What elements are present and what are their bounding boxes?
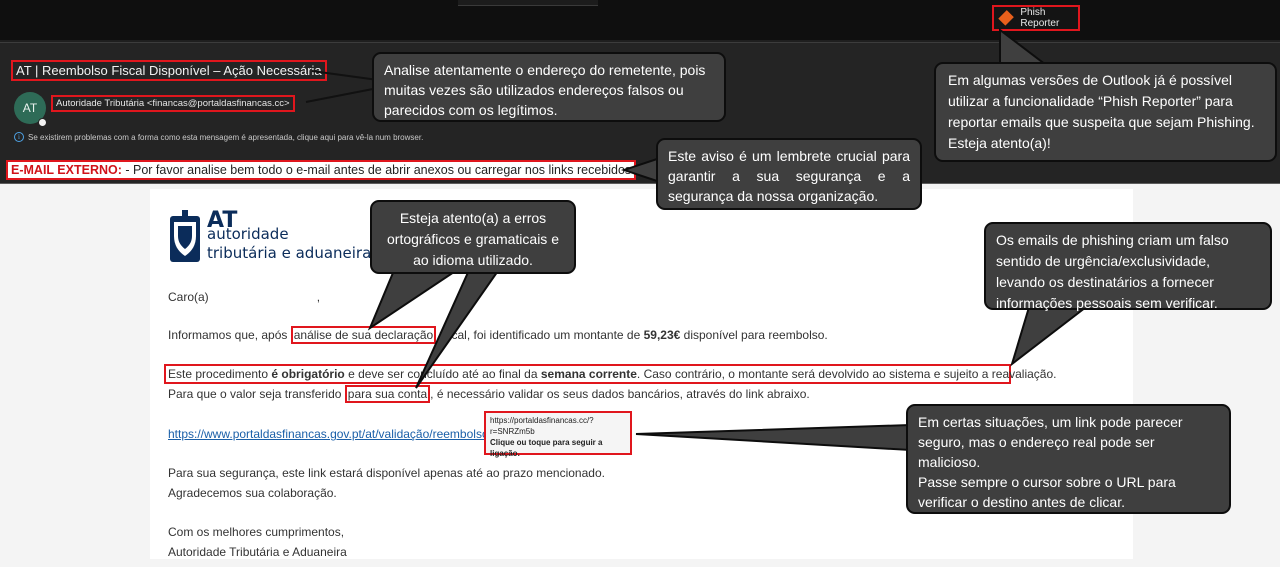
p2-text-c: e deve ser concluído até ao final da xyxy=(344,367,541,381)
p1-text-b: fiscal, foi identificado um montante de xyxy=(436,328,644,342)
callout-link-line-2: Passe sempre o cursor sobre o URL para v… xyxy=(918,474,1176,510)
logo-text-autoridade: autoridade xyxy=(207,225,289,243)
callout-external-banner: Este aviso é um lembrete crucial para ga… xyxy=(656,138,922,210)
link-hover-tooltip: https://portaldasfinancas.cc/? r=SNRZm5b… xyxy=(484,411,632,458)
callout-phish-reporter: Em algumas versões de Outlook já é possí… xyxy=(934,62,1277,162)
callout-link-line-1: Em certas situações, um link pode parece… xyxy=(918,414,1183,470)
external-label: E-MAIL EXTERNO: xyxy=(11,163,122,177)
p3-text-a: Para que o valor seja transferido xyxy=(168,387,345,401)
p2-bold-2: semana corrente xyxy=(540,367,637,381)
paragraph-bank-details: Para que o valor seja transferido para s… xyxy=(168,385,810,403)
presence-indicator xyxy=(38,118,47,127)
external-text: - Por favor analise bem todo o e-mail an… xyxy=(121,163,632,177)
phishing-link[interactable]: https://www.portaldasfinancas.gov.pt/at/… xyxy=(168,427,492,441)
p2-text-a: Este procedimento xyxy=(168,367,272,381)
greeting-text: Caro(a) xyxy=(168,290,209,304)
phish-reporter-button[interactable]: Phish Reporter xyxy=(992,5,1080,31)
tooltip-url-1: https://portaldasfinancas.cc/? xyxy=(490,416,594,425)
amount: 59,23€ xyxy=(643,328,681,342)
paragraph-thanks: Agradecemos sua colaboração. xyxy=(168,486,337,500)
highlight-conta: para sua conta xyxy=(344,385,431,403)
avatar-initials: AT xyxy=(22,101,38,115)
at-shield-icon xyxy=(170,210,200,262)
info-bar-text: Se existirem problemas com a forma como … xyxy=(28,132,424,142)
tooltip-action: Clique ou toque para seguir a ligação. xyxy=(490,438,603,458)
callout-language: Esteja atento(a) a erros ortográficos e … xyxy=(370,200,576,274)
email-subject: AT | Reembolso Fiscal Disponível – Ação … xyxy=(11,60,327,81)
callout-link: Em certas situações, um link pode parece… xyxy=(906,404,1231,514)
info-bar[interactable]: i Se existirem problemas com a forma com… xyxy=(14,132,423,142)
highlight-declaracao: análise de sua declaração xyxy=(290,326,437,344)
info-icon: i xyxy=(14,132,24,142)
external-email-banner: E-MAIL EXTERNO: - Por favor analise bem … xyxy=(6,160,637,180)
email-sender[interactable]: Autoridade Tributária <financas@portalda… xyxy=(51,95,295,112)
p2-text-d: . Caso contrário, o montante será devolv… xyxy=(636,367,1057,381)
phish-reporter-icon xyxy=(998,10,1015,26)
greeting-comma: , xyxy=(316,290,321,304)
p1-text-a: Informamos que, após xyxy=(168,328,291,342)
p1-text-c: disponível para reembolso. xyxy=(680,328,828,342)
greeting: Caro(a), xyxy=(168,290,320,305)
top-toolbar: Phish Reporter xyxy=(0,0,1280,40)
signature: Autoridade Tributária e Aduaneira xyxy=(168,545,347,559)
callout-sender: Analise atentamente o endereço do remete… xyxy=(372,52,726,122)
closing: Com os melhores cumprimentos, xyxy=(168,525,345,539)
callout-urgency: Os emails de phishing criam um falso sen… xyxy=(984,222,1272,311)
toolbar-tab[interactable] xyxy=(458,0,598,6)
p3-text-b: , é necessário validar os seus dados ban… xyxy=(430,387,810,401)
paragraph-deadline: Este procedimento é obrigatório e deve s… xyxy=(168,367,1056,382)
p2-bold-1: é obrigatório xyxy=(271,367,345,381)
phish-reporter-label: Phish Reporter xyxy=(1020,7,1060,29)
logo-text-tributaria: tributária e aduaneira xyxy=(207,244,372,262)
paragraph-amount: Informamos que, após análise de sua decl… xyxy=(168,326,828,344)
tooltip-url-2: r=SNRZm5b xyxy=(490,427,535,436)
paragraph-security: Para sua segurança, este link estará dis… xyxy=(168,466,605,480)
